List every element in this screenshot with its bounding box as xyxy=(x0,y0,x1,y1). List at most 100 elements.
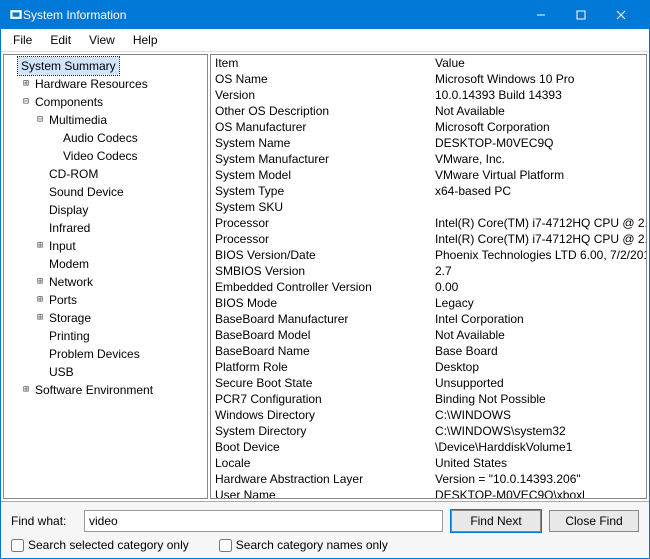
list-header[interactable]: ItemValue xyxy=(211,55,646,71)
tree-label[interactable]: System Summary xyxy=(18,57,119,75)
expand-icon[interactable]: ⊞ xyxy=(34,310,46,326)
find-input[interactable] xyxy=(84,510,443,532)
expand-icon[interactable]: ⊞ xyxy=(20,76,32,92)
list-row[interactable]: Hardware Abstraction LayerVersion = "10.… xyxy=(211,471,646,487)
col-value[interactable]: Value xyxy=(431,55,646,71)
tree-item[interactable]: ⊟Components xyxy=(6,93,205,111)
tree-label[interactable]: CD-ROM xyxy=(46,165,101,183)
tree-label[interactable]: Problem Devices xyxy=(46,345,143,363)
find-next-button[interactable]: Find Next xyxy=(451,510,541,532)
item-name: BaseBoard Name xyxy=(211,343,431,359)
tree-item[interactable]: ⊞Input xyxy=(6,237,205,255)
tree-label[interactable]: Display xyxy=(46,201,91,219)
tree-label[interactable]: Ports xyxy=(46,291,80,309)
list-row[interactable]: System DirectoryC:\WINDOWS\system32 xyxy=(211,423,646,439)
tree-item[interactable]: Problem Devices xyxy=(6,345,205,363)
item-value: Intel(R) Core(TM) i7-4712HQ CPU @ 2.30GH… xyxy=(431,231,646,247)
minimize-button[interactable] xyxy=(521,1,561,29)
list-row[interactable]: Version10.0.14393 Build 14393 xyxy=(211,87,646,103)
collapse-icon[interactable]: ⊟ xyxy=(20,94,32,110)
tree-item[interactable]: Display xyxy=(6,201,205,219)
list-row[interactable]: System NameDESKTOP-M0VEC9Q xyxy=(211,135,646,151)
list-row[interactable]: PCR7 ConfigurationBinding Not Possible xyxy=(211,391,646,407)
list-row[interactable]: Windows DirectoryC:\WINDOWS xyxy=(211,407,646,423)
list-row[interactable]: BIOS ModeLegacy xyxy=(211,295,646,311)
tree-label[interactable]: Software Environment xyxy=(32,381,156,399)
list-row[interactable]: ProcessorIntel(R) Core(TM) i7-4712HQ CPU… xyxy=(211,215,646,231)
tree-label[interactable]: Input xyxy=(46,237,79,255)
list-row[interactable]: Platform RoleDesktop xyxy=(211,359,646,375)
list-row[interactable]: OS NameMicrosoft Windows 10 Pro xyxy=(211,71,646,87)
tree-item[interactable]: USB xyxy=(6,363,205,381)
list-row[interactable]: Embedded Controller Version0.00 xyxy=(211,279,646,295)
tree-label[interactable]: Components xyxy=(32,93,106,111)
list-row[interactable]: Other OS DescriptionNot Available xyxy=(211,103,646,119)
list-row[interactable]: User NameDESKTOP-M0VEC9Q\xboxl xyxy=(211,487,646,498)
search-names-checkbox[interactable]: Search category names only xyxy=(219,538,388,552)
list-row[interactable]: Boot Device\Device\HarddiskVolume1 xyxy=(211,439,646,455)
item-value: Version = "10.0.14393.206" xyxy=(431,471,646,487)
tree-item[interactable]: Sound Device xyxy=(6,183,205,201)
collapse-icon[interactable]: ⊟ xyxy=(34,112,46,128)
list-row[interactable]: BIOS Version/DatePhoenix Technologies LT… xyxy=(211,247,646,263)
tree-item[interactable]: ⊞Storage xyxy=(6,309,205,327)
tree-item[interactable]: Infrared xyxy=(6,219,205,237)
tree-label[interactable]: Printing xyxy=(46,327,93,345)
item-name: Secure Boot State xyxy=(211,375,431,391)
tree-item[interactable]: Audio Codecs xyxy=(6,129,205,147)
item-value: Unsupported xyxy=(431,375,646,391)
list-row[interactable]: Secure Boot StateUnsupported xyxy=(211,375,646,391)
item-name: Platform Role xyxy=(211,359,431,375)
item-value: Microsoft Corporation xyxy=(431,119,646,135)
tree-item[interactable]: ⊞Network xyxy=(6,273,205,291)
list-row[interactable]: ProcessorIntel(R) Core(TM) i7-4712HQ CPU… xyxy=(211,231,646,247)
tree-label[interactable]: Video Codecs xyxy=(60,147,141,165)
list-row[interactable]: System SKU xyxy=(211,199,646,215)
item-value: DESKTOP-M0VEC9Q\xboxl xyxy=(431,487,646,498)
tree-label[interactable]: Storage xyxy=(46,309,94,327)
tree-item[interactable]: ⊞Software Environment xyxy=(6,381,205,399)
menu-view[interactable]: View xyxy=(81,31,123,49)
tree-item[interactable]: System Summary xyxy=(6,57,205,75)
list-row[interactable]: OS ManufacturerMicrosoft Corporation xyxy=(211,119,646,135)
col-item[interactable]: Item xyxy=(211,55,431,71)
tree-label[interactable]: Hardware Resources xyxy=(32,75,151,93)
list-row[interactable]: System ModelVMware Virtual Platform xyxy=(211,167,646,183)
tree-item[interactable]: ⊞Ports xyxy=(6,291,205,309)
expand-icon[interactable]: ⊞ xyxy=(20,382,32,398)
close-find-button[interactable]: Close Find xyxy=(549,510,639,532)
category-tree[interactable]: System Summary⊞Hardware Resources⊟Compon… xyxy=(3,54,208,499)
expand-icon[interactable]: ⊞ xyxy=(34,292,46,308)
expand-icon[interactable]: ⊞ xyxy=(34,238,46,254)
search-selected-checkbox[interactable]: Search selected category only xyxy=(11,538,189,552)
close-button[interactable] xyxy=(601,1,641,29)
tree-label[interactable]: Network xyxy=(46,273,96,291)
tree-label[interactable]: USB xyxy=(46,363,77,381)
menu-help[interactable]: Help xyxy=(125,31,166,49)
expand-icon[interactable]: ⊞ xyxy=(34,274,46,290)
list-row[interactable]: BaseBoard ModelNot Available xyxy=(211,327,646,343)
tree-label[interactable]: Audio Codecs xyxy=(60,129,141,147)
tree-label[interactable]: Infrared xyxy=(46,219,93,237)
tree-item[interactable]: Video Codecs xyxy=(6,147,205,165)
menu-edit[interactable]: Edit xyxy=(42,31,79,49)
tree-item[interactable]: ⊟Multimedia xyxy=(6,111,205,129)
tree-item[interactable]: Printing xyxy=(6,327,205,345)
tree-item[interactable]: Modem xyxy=(6,255,205,273)
tree-label[interactable]: Modem xyxy=(46,255,92,273)
menu-file[interactable]: File xyxy=(5,31,40,49)
details-scroll[interactable]: ItemValueOS NameMicrosoft Windows 10 Pro… xyxy=(211,55,646,498)
list-row[interactable]: LocaleUnited States xyxy=(211,455,646,471)
maximize-button[interactable] xyxy=(561,1,601,29)
tree-label[interactable]: Sound Device xyxy=(46,183,127,201)
list-row[interactable]: System ManufacturerVMware, Inc. xyxy=(211,151,646,167)
tree-item[interactable]: ⊞Hardware Resources xyxy=(6,75,205,93)
list-row[interactable]: System Typex64-based PC xyxy=(211,183,646,199)
tree-item[interactable]: CD-ROM xyxy=(6,165,205,183)
titlebar[interactable]: System Information xyxy=(1,1,649,29)
list-row[interactable]: SMBIOS Version2.7 xyxy=(211,263,646,279)
list-row[interactable]: BaseBoard NameBase Board xyxy=(211,343,646,359)
list-row[interactable]: BaseBoard ManufacturerIntel Corporation xyxy=(211,311,646,327)
tree-label[interactable]: Multimedia xyxy=(46,111,110,129)
item-name: Processor xyxy=(211,215,431,231)
